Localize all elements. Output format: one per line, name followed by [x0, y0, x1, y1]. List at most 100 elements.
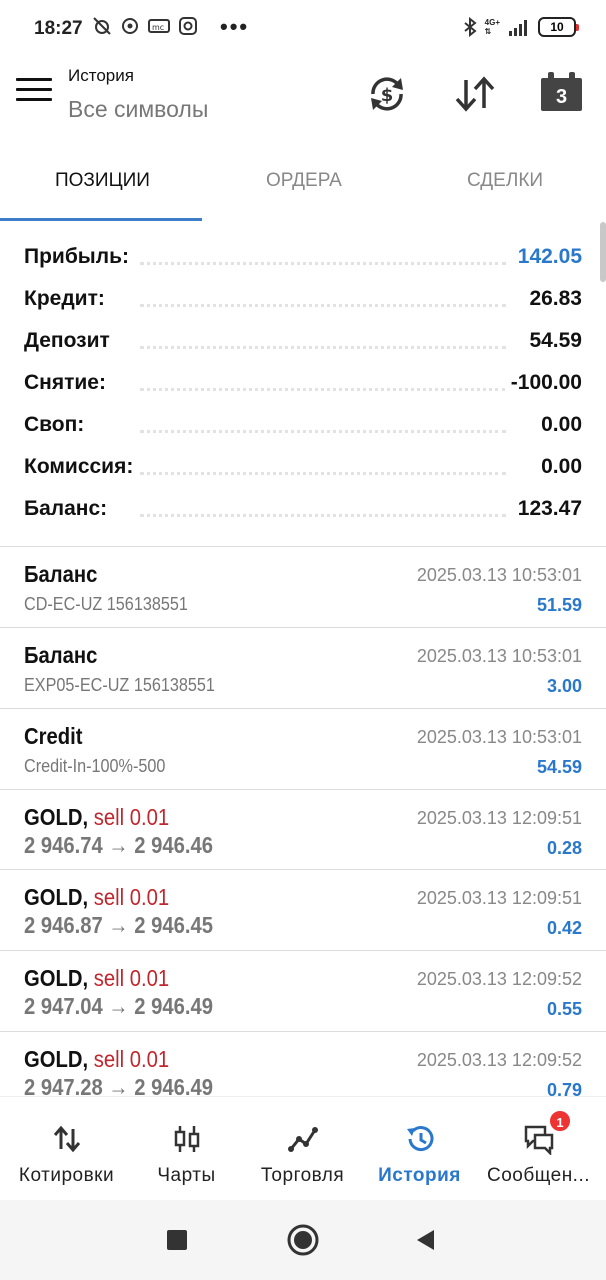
- nav-charts[interactable]: Чарты: [126, 1097, 247, 1201]
- summary-label: Своп:: [24, 413, 91, 437]
- calendar-icon: 3: [541, 78, 582, 111]
- history-icon: [406, 1126, 433, 1152]
- summary-value: -100.00: [504, 371, 582, 395]
- network-type: 4G+ ⇅: [484, 18, 500, 36]
- currency-exchange-icon: $: [371, 77, 403, 111]
- home-button[interactable]: [287, 1224, 319, 1261]
- trade-direction: sell 0.01: [93, 804, 170, 830]
- summary-row-balance: Баланс: 123.47: [0, 490, 606, 532]
- summary-label: Прибыль:: [24, 245, 135, 269]
- list-item[interactable]: GOLD, sell 0.01 2 947.04 → 2 946.49 2025…: [0, 951, 606, 1032]
- item-title: GOLD, sell 0.01: [24, 965, 170, 991]
- item-date: 2025.03.13 12:09:52: [416, 969, 582, 989]
- list-item[interactable]: GOLD, sell 0.01 2 946.74 → 2 946.46 2025…: [0, 790, 606, 871]
- list-item[interactable]: Баланс CD-EC-UZ 156138551 2025.03.13 10:…: [0, 547, 606, 628]
- sort-icon: [455, 76, 495, 112]
- list-item[interactable]: Баланс EXP05-EC-UZ 156138551 2025.03.13 …: [0, 628, 606, 709]
- trade-direction: sell 0.01: [93, 884, 170, 910]
- item-date: 2025.03.13 10:53:01: [416, 727, 582, 747]
- nav-label: Сообщен...: [486, 1165, 591, 1186]
- back-button[interactable]: [414, 1228, 436, 1257]
- item-title: GOLD, sell 0.01: [24, 1046, 170, 1072]
- instagram-icon: [179, 17, 197, 35]
- item-amount: 3.00: [546, 676, 582, 696]
- summary-row-deposit: Депозит 54.59: [0, 322, 606, 364]
- summary-row-swap: Своп: 0.00: [0, 406, 606, 448]
- item-date: 2025.03.13 12:09:51: [416, 888, 582, 908]
- quotes-icon: [53, 1125, 80, 1153]
- item-comment: Credit-In-100%-500: [24, 756, 166, 776]
- item-prices: 2 946.87 → 2 946.45: [24, 912, 214, 938]
- item-comment: EXP05-EC-UZ 156138551: [24, 675, 215, 695]
- app-header: История Все символы $ 3: [0, 58, 606, 148]
- mc-icon: mc: [148, 19, 170, 33]
- item-date: 2025.03.13 12:09:52: [416, 1050, 582, 1070]
- nav-history[interactable]: История: [359, 1097, 480, 1201]
- menu-button[interactable]: [16, 78, 52, 110]
- list-item[interactable]: GOLD, sell 0.01 2 946.87 → 2 946.45 2025…: [0, 870, 606, 951]
- sort-button[interactable]: [453, 72, 497, 116]
- summary-value: 123.47: [511, 497, 582, 521]
- status-time: 18:27: [34, 18, 83, 39]
- nav-label: Чарты: [157, 1165, 216, 1186]
- status-icons: mc: [92, 16, 198, 36]
- history-tabs: ПОЗИЦИИ ОРДЕРА СДЕЛКИ: [0, 152, 606, 222]
- trade-direction: sell 0.01: [93, 1046, 170, 1072]
- currency-exchange-button[interactable]: $: [365, 72, 409, 116]
- item-amount: 0.42: [546, 918, 582, 938]
- summary-value: 0.00: [535, 413, 582, 437]
- chart-candles-icon: [174, 1126, 199, 1152]
- nav-quotes[interactable]: Котировки: [6, 1097, 127, 1201]
- item-title: Credit: [24, 723, 83, 749]
- item-date: 2025.03.13 10:53:01: [416, 646, 582, 666]
- summary-label: Депозит: [24, 329, 116, 353]
- summary-panel: Прибыль: 142.05 Кредит: 26.83 Депозит 54…: [0, 238, 606, 532]
- recents-button[interactable]: [167, 1230, 187, 1250]
- summary-value: 0.00: [535, 455, 582, 479]
- trade-icon: [287, 1127, 318, 1152]
- nav-label: Котировки: [18, 1165, 115, 1186]
- summary-value: 54.59: [523, 329, 582, 353]
- status-right: 4G+ ⇅ 10: [463, 17, 579, 37]
- trade-direction: sell 0.01: [93, 965, 170, 991]
- summary-label: Кредит:: [24, 287, 111, 311]
- item-prices: 2 946.74 → 2 946.46: [24, 832, 214, 858]
- item-title: Баланс: [24, 561, 98, 587]
- item-title: Баланс: [24, 642, 98, 668]
- tab-orders[interactable]: ОРДЕРА: [266, 170, 342, 192]
- svg-text:mc: mc: [152, 23, 164, 32]
- nav-label: История: [378, 1165, 461, 1186]
- menu-icon: [16, 78, 52, 81]
- item-amount: 51.59: [536, 595, 582, 615]
- nav-messages[interactable]: 1 Сообщен...: [478, 1097, 599, 1201]
- calendar-button[interactable]: 3: [541, 72, 583, 114]
- summary-label: Баланс:: [24, 497, 114, 521]
- item-amount: 0.28: [546, 838, 582, 858]
- status-bar: 18:27 mc ••• 4G+ ⇅ 10: [0, 0, 606, 58]
- summary-row-withdrawal: Снятие: -100.00: [0, 364, 606, 406]
- symbol-filter[interactable]: Все символы: [68, 96, 208, 123]
- bottom-navigation: Котировки Чарты Торговля История 1 Сообщ…: [0, 1096, 606, 1200]
- alarm-off-icon: [93, 17, 111, 35]
- summary-label: Снятие:: [24, 371, 112, 395]
- summary-label: Комиссия:: [24, 455, 140, 479]
- page-title: История: [68, 66, 134, 85]
- item-amount: 54.59: [536, 757, 582, 777]
- tab-positions[interactable]: ПОЗИЦИИ: [55, 170, 150, 192]
- nav-trade[interactable]: Торговля: [242, 1097, 363, 1201]
- item-title: GOLD, sell 0.01: [24, 804, 170, 830]
- nav-label: Торговля: [260, 1165, 345, 1186]
- item-date: 2025.03.13 10:53:01: [416, 565, 582, 585]
- vpn-icon: [122, 18, 138, 34]
- home-icon: [287, 1224, 319, 1256]
- svg-text:$: $: [381, 85, 394, 106]
- summary-row-profit: Прибыль: 142.05: [0, 238, 606, 280]
- battery-icon: 10: [538, 17, 579, 37]
- tab-deals[interactable]: СДЕЛКИ: [467, 170, 543, 192]
- item-prices: 2 947.04 → 2 946.49: [24, 993, 214, 1019]
- summary-value: 142.05: [511, 245, 582, 269]
- back-icon: [417, 1230, 434, 1250]
- item-title: GOLD, sell 0.01: [24, 884, 170, 910]
- list-item[interactable]: Credit Credit-In-100%-500 2025.03.13 10:…: [0, 709, 606, 790]
- item-amount: 0.55: [546, 999, 582, 1019]
